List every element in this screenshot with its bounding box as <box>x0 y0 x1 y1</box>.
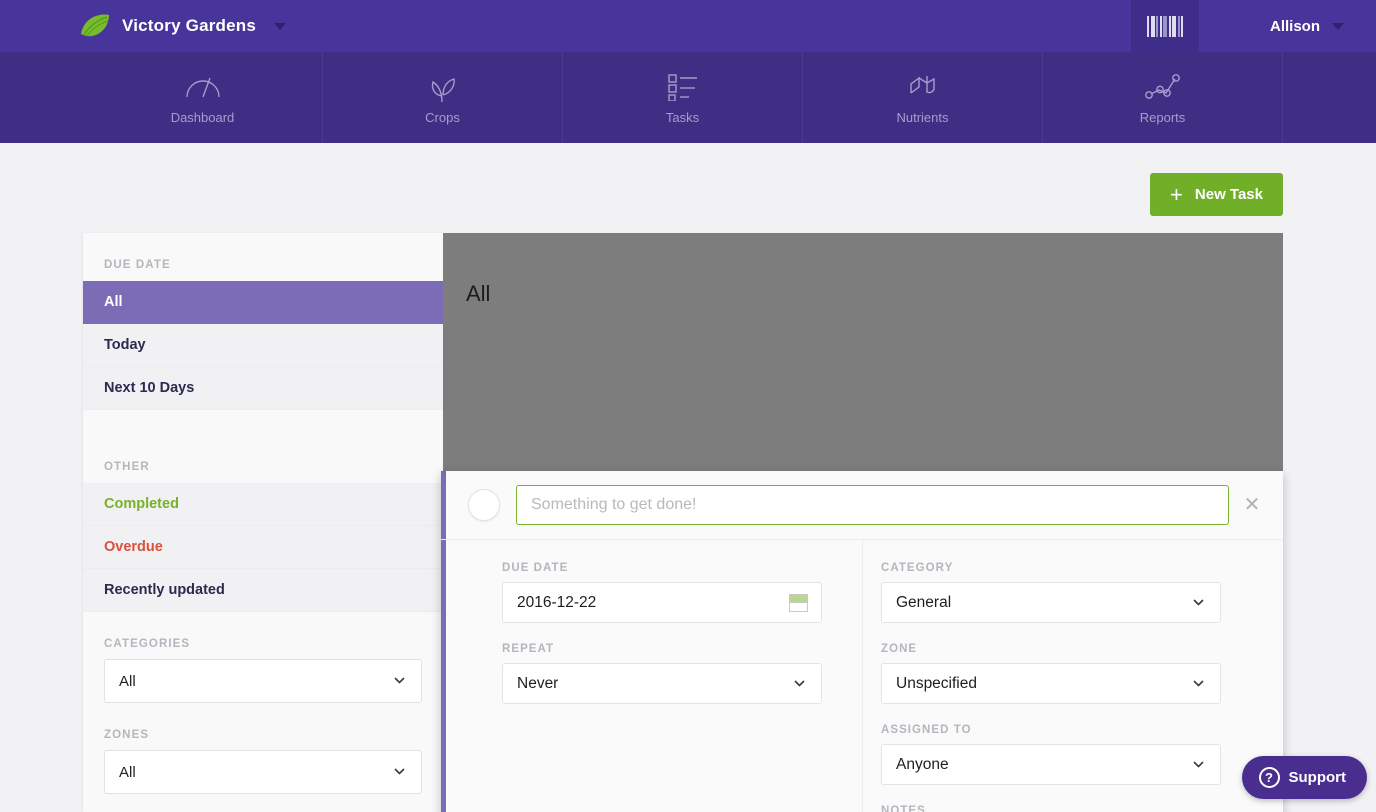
category-select[interactable]: General <box>881 582 1221 623</box>
sidebar-item-next-10-days[interactable]: Next 10 Days <box>83 367 443 410</box>
sidebar-item-all[interactable]: All <box>83 281 451 324</box>
support-widget-button[interactable]: ? Support <box>1241 756 1367 799</box>
calendar-icon[interactable] <box>789 593 808 612</box>
notes-field: NOTES <box>881 805 1221 812</box>
sidebar-item-label: Today <box>104 337 146 353</box>
sidebar-item-label: All <box>104 294 123 310</box>
barcode-icon <box>1147 15 1183 37</box>
nav-item-reports[interactable]: Reports <box>1043 52 1283 143</box>
task-title-input[interactable] <box>516 485 1229 525</box>
line-chart-icon <box>1144 70 1182 104</box>
empty-circle-checkbox[interactable] <box>468 489 500 521</box>
brand[interactable]: Victory Gardens <box>78 0 287 52</box>
new-task-label: New Task <box>1194 186 1263 203</box>
assigned-to-select[interactable]: Anyone <box>881 744 1221 785</box>
sidebar-item-label: Completed <box>104 496 179 512</box>
sidebar-item-today[interactable]: Today <box>83 324 443 367</box>
due-date-label: DUE DATE <box>502 562 569 574</box>
nav-item-crops[interactable]: Crops <box>323 52 563 143</box>
filter-sidebar: DUE DATE All Today Next 10 Days OTHER Co… <box>83 233 451 812</box>
notes-label: NOTES <box>881 805 926 812</box>
category-label: CATEGORY <box>881 562 954 574</box>
user-menu[interactable]: Allison <box>1270 0 1344 52</box>
page-title: All <box>466 281 491 306</box>
modal-left-column: DUE DATE 2016-12-22 REPEAT Never <box>446 540 862 812</box>
category-field: CATEGORY General <box>881 562 1221 623</box>
category-value: General <box>896 593 952 611</box>
repeat-label: REPEAT <box>502 643 555 655</box>
sidebar-group-label-due-date: DUE DATE <box>104 259 171 271</box>
molecule-icon <box>907 70 939 104</box>
modal-body: DUE DATE 2016-12-22 REPEAT Never CATEGOR… <box>446 540 1283 812</box>
new-task-modal: ✕ DUE DATE 2016-12-22 REPEAT Never <box>441 471 1283 812</box>
zones-filter-label: ZONES <box>104 729 150 741</box>
new-task-button[interactable]: + New Task <box>1150 173 1283 216</box>
zones-select[interactable]: All <box>104 750 422 794</box>
nav-label-nutrients: Nutrients <box>896 110 949 125</box>
repeat-field: REPEAT Never <box>502 643 822 704</box>
zone-select[interactable]: Unspecified <box>881 663 1221 704</box>
chevron-down-icon <box>794 679 805 687</box>
sidebar-item-overdue[interactable]: Overdue <box>83 526 443 569</box>
repeat-select[interactable]: Never <box>502 663 822 704</box>
sidebar-item-recently-updated[interactable]: Recently updated <box>83 569 443 612</box>
brand-caret-down-icon[interactable] <box>274 22 287 30</box>
repeat-value: Never <box>517 674 559 692</box>
nav-label-crops: Crops <box>425 110 460 125</box>
categories-select-value: All <box>119 672 136 690</box>
leaf-icon <box>78 13 112 39</box>
support-label: Support <box>1288 769 1347 786</box>
assigned-to-label: ASSIGNED TO <box>881 724 972 736</box>
nav-item-nutrients[interactable]: Nutrients <box>803 52 1043 143</box>
nav-label-tasks: Tasks <box>665 110 700 125</box>
sidebar-group-label-other: OTHER <box>104 461 150 473</box>
categories-filter-label: CATEGORIES <box>104 638 191 650</box>
sidebar-item-label: Overdue <box>104 539 163 555</box>
user-caret-down-icon[interactable] <box>1332 22 1344 30</box>
app-root: Victory Gardens Allison Dashboard Crops … <box>0 0 1376 812</box>
sidebar-item-completed[interactable]: Completed <box>83 483 443 526</box>
top-bar: Victory Gardens Allison <box>0 0 1376 52</box>
user-name: Allison <box>1269 17 1320 35</box>
due-date-input[interactable]: 2016-12-22 <box>502 582 822 623</box>
due-date-value: 2016-12-22 <box>517 593 597 611</box>
chevron-down-icon <box>394 677 405 684</box>
sidebar-divider <box>83 410 443 435</box>
nav-item-tasks[interactable]: Tasks <box>563 52 803 143</box>
sidebar-item-label: Recently updated <box>104 582 225 598</box>
nav-label-dashboard: Dashboard <box>170 110 235 125</box>
assigned-to-value: Anyone <box>896 755 949 773</box>
gauge-icon <box>184 70 222 104</box>
plus-icon: + <box>1170 181 1183 207</box>
zones-select-value: All <box>119 763 136 781</box>
sidebar-filters: CATEGORIES All ZONES All <box>83 638 443 794</box>
close-icon[interactable]: ✕ <box>1239 495 1265 515</box>
sprout-icon <box>428 70 458 104</box>
chevron-down-icon <box>1193 760 1204 768</box>
modal-header: ✕ <box>441 471 1283 540</box>
nav-item-dashboard[interactable]: Dashboard <box>83 52 323 143</box>
categories-select[interactable]: All <box>104 659 422 703</box>
zone-field: ZONE Unspecified <box>881 643 1221 704</box>
sidebar-item-label: Next 10 Days <box>104 380 195 396</box>
zone-value: Unspecified <box>896 674 977 692</box>
checklist-icon <box>667 70 699 104</box>
content-area: + New Task DUE DATE All Today Next 10 Da… <box>0 143 1376 812</box>
question-mark-icon: ? <box>1258 767 1280 788</box>
barcode-scan-button[interactable] <box>1131 0 1199 52</box>
zone-label: ZONE <box>881 643 918 655</box>
main-nav: Dashboard Crops Tasks Nutrients Reports <box>0 52 1376 143</box>
nav-left-spacer <box>0 52 83 143</box>
assigned-to-field: ASSIGNED TO Anyone <box>881 724 1221 785</box>
chevron-down-icon <box>1193 679 1204 687</box>
due-date-field: DUE DATE 2016-12-22 <box>502 562 822 623</box>
chevron-down-icon <box>394 768 405 775</box>
chevron-down-icon <box>1193 598 1204 606</box>
modal-right-column: CATEGORY General ZONE Unspecified ASSIGN… <box>863 540 1283 812</box>
nav-label-reports: Reports <box>1139 110 1186 125</box>
brand-name: Victory Gardens <box>122 16 257 35</box>
